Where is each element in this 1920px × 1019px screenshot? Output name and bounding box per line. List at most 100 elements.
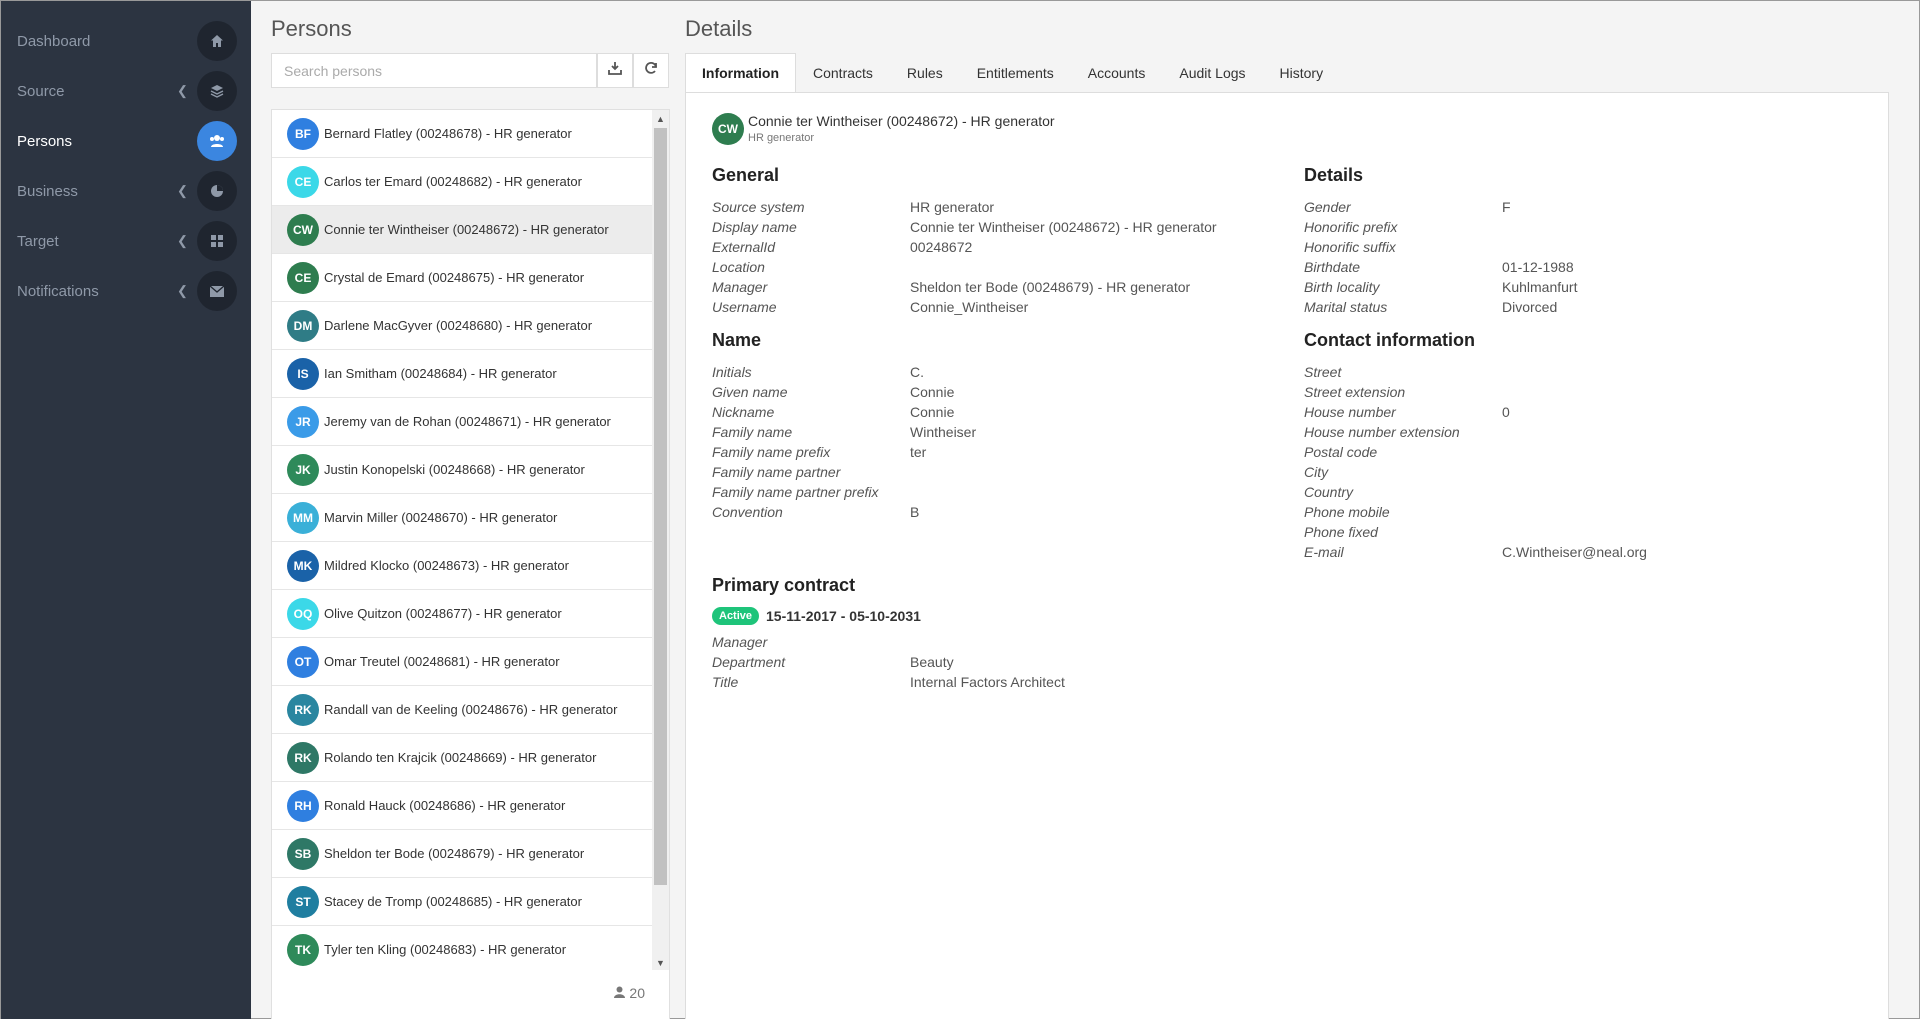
person-list-item[interactable]: DM Darlene MacGyver (00248680) - HR gener… — [272, 302, 654, 350]
field-label: Phone mobile — [1304, 504, 1390, 520]
chevron-left-icon: ❮ — [177, 283, 188, 298]
person-avatar: SB — [287, 837, 319, 870]
nav-item-target[interactable]: Target ❮ — [1, 216, 251, 266]
person-avatar: JR — [287, 405, 319, 438]
chevron-left-icon: ❮ — [177, 233, 188, 248]
person-list-item-label: Bernard Flatley (00248678) - HR generato… — [324, 126, 572, 141]
tab-audit-logs[interactable]: Audit Logs — [1162, 53, 1262, 93]
field-label: Gender — [1304, 199, 1351, 215]
person-avatar: JK — [287, 453, 319, 486]
person-list-item-label: Sheldon ter Bode (00248679) - HR generat… — [324, 846, 585, 861]
search-persons-input[interactable] — [271, 53, 597, 88]
tab-rules[interactable]: Rules — [890, 53, 960, 93]
person-list-item-label: Ian Smitham (00248684) - HR generator — [324, 366, 557, 381]
nav-label: Source — [17, 82, 65, 100]
nav-label: Persons — [17, 132, 73, 150]
details-title: Details — [685, 16, 753, 41]
contract-status-badge: Active — [712, 607, 760, 625]
person-list-item[interactable]: IS Ian Smitham (00248684) - HR generator — [272, 350, 654, 398]
person-list-item-label: Justin Konopelski (00248668) - HR genera… — [324, 462, 585, 477]
person-list-item[interactable]: OQ Olive Quitzon (00248677) - HR generato… — [272, 590, 654, 638]
person-avatar: MM — [287, 501, 319, 534]
field-label: Given name — [712, 384, 788, 400]
person-avatar: CE — [287, 165, 319, 198]
person-list-item[interactable]: CW Connie ter Wintheiser (00248672) - HR … — [272, 206, 654, 254]
refresh-icon — [644, 61, 658, 80]
field-label: House number — [1304, 404, 1396, 420]
layers-icon — [197, 71, 237, 111]
section-details-title: Details — [1304, 165, 1364, 185]
field-value: ter — [910, 444, 927, 460]
person-list-item-label: Tyler ten Kling (00248683) - HR generato… — [324, 942, 567, 957]
scroll-up-icon[interactable]: ▲ — [652, 110, 669, 127]
field-label: Family name — [712, 424, 793, 440]
person-list-item-label: Ronald Hauck (00248686) - HR generator — [324, 798, 566, 813]
persons-count: 20 — [614, 985, 645, 1001]
field-label: Marital status — [1304, 299, 1388, 315]
tab-information[interactable]: Information — [685, 53, 796, 93]
field-label: Family name prefix — [712, 444, 831, 460]
contract-dates: 15-11-2017 - 05-10-2031 — [766, 608, 921, 624]
person-list-item[interactable]: CE Carlos ter Emard (00248682) - HR gener… — [272, 158, 654, 206]
tab-history[interactable]: History — [1263, 53, 1341, 93]
person-list-item[interactable]: TK Tyler ten Kling (00248683) - HR genera… — [272, 926, 654, 971]
field-label: Display name — [712, 219, 797, 235]
persons-list-viewport: BF Bernard Flatley (00248678) - HR genera… — [272, 110, 654, 971]
field-value: B — [910, 504, 920, 520]
home-icon — [197, 21, 237, 61]
field-label: Honorific suffix — [1304, 239, 1396, 255]
person-list-item[interactable]: MM Marvin Miller (00248670) - HR generato… — [272, 494, 654, 542]
nav-item-dashboard[interactable]: Dashboard — [1, 16, 251, 66]
field-value: Connie ter Wintheiser (00248672) - HR ge… — [910, 219, 1217, 235]
field-value: Wintheiser — [910, 424, 977, 440]
nav-item-persons[interactable]: Persons — [1, 116, 251, 166]
person-list-item[interactable]: MK Mildred Klocko (00248673) - HR generat… — [272, 542, 654, 590]
field-label: House number extension — [1304, 424, 1460, 440]
person-list-item-label: Olive Quitzon (00248677) - HR generator — [324, 606, 562, 621]
nav-item-notifications[interactable]: Notifications ❮ — [1, 266, 251, 316]
field-label: Postal code — [1304, 444, 1378, 460]
field-label: Convention — [712, 504, 783, 520]
field-value: Divorced — [1502, 299, 1558, 315]
field-label: ExternalId — [712, 239, 776, 255]
pie-chart-icon — [197, 171, 237, 211]
tab-accounts[interactable]: Accounts — [1071, 53, 1163, 93]
person-list-item-label: Darlene MacGyver (00248680) - HR generat… — [324, 318, 593, 333]
field-label: Manager — [712, 279, 768, 295]
refresh-button[interactable] — [633, 53, 669, 88]
download-button[interactable] — [597, 53, 633, 88]
field-label: Honorific prefix — [1304, 219, 1398, 235]
sidebar: Dashboard Source ❮ Persons Business ❮ Ta… — [1, 1, 251, 1019]
person-list-item[interactable]: RH Ronald Hauck (00248686) - HR generator — [272, 782, 654, 830]
person-list-item[interactable]: OT Omar Treutel (00248681) - HR generator — [272, 638, 654, 686]
person-avatar: TK — [287, 933, 319, 966]
person-list-item[interactable]: CE Crystal de Emard (00248675) - HR gener… — [272, 254, 654, 302]
field-value: Connie_Wintheiser — [910, 299, 1029, 315]
nav-item-source[interactable]: Source ❮ — [1, 66, 251, 116]
person-avatar: ST — [287, 885, 319, 918]
person-list-item[interactable]: ST Stacey de Tromp (00248685) - HR genera… — [272, 878, 654, 926]
persons-list: BF Bernard Flatley (00248678) - HR genera… — [271, 109, 670, 971]
person-list-item[interactable]: JK Justin Konopelski (00248668) - HR gene… — [272, 446, 654, 494]
person-avatar: DM — [287, 309, 319, 342]
person-avatar: OT — [287, 645, 319, 678]
tab-contracts[interactable]: Contracts — [796, 53, 890, 93]
section-primary-contract-title: Primary contract — [712, 575, 856, 595]
field-label: E-mail — [1304, 544, 1344, 560]
tab-entitlements[interactable]: Entitlements — [960, 53, 1071, 93]
person-list-item[interactable]: SB Sheldon ter Bode (00248679) - HR gener… — [272, 830, 654, 878]
field-value: 00248672 — [910, 239, 973, 255]
scroll-thumb[interactable] — [654, 128, 667, 885]
person-list-item-label: Mildred Klocko (00248673) - HR generator — [324, 558, 569, 573]
list-scrollbar[interactable]: ▲ ▼ — [652, 110, 669, 971]
field-label: Family name partner prefix — [712, 484, 879, 500]
person-list-item[interactable]: RK Rolando ten Krajcik (00248669) - HR ge… — [272, 734, 654, 782]
scroll-down-icon[interactable]: ▼ — [652, 954, 669, 971]
person-list-item[interactable]: BF Bernard Flatley (00248678) - HR genera… — [272, 110, 654, 158]
nav-item-business[interactable]: Business ❮ — [1, 166, 251, 216]
download-icon — [608, 61, 622, 80]
person-list-item[interactable]: RK Randall van de Keeling (00248676) - HR… — [272, 686, 654, 734]
field-label: Title — [712, 674, 739, 690]
field-label: Street extension — [1304, 384, 1406, 400]
person-list-item[interactable]: JR Jeremy van de Rohan (00248671) - HR ge… — [272, 398, 654, 446]
